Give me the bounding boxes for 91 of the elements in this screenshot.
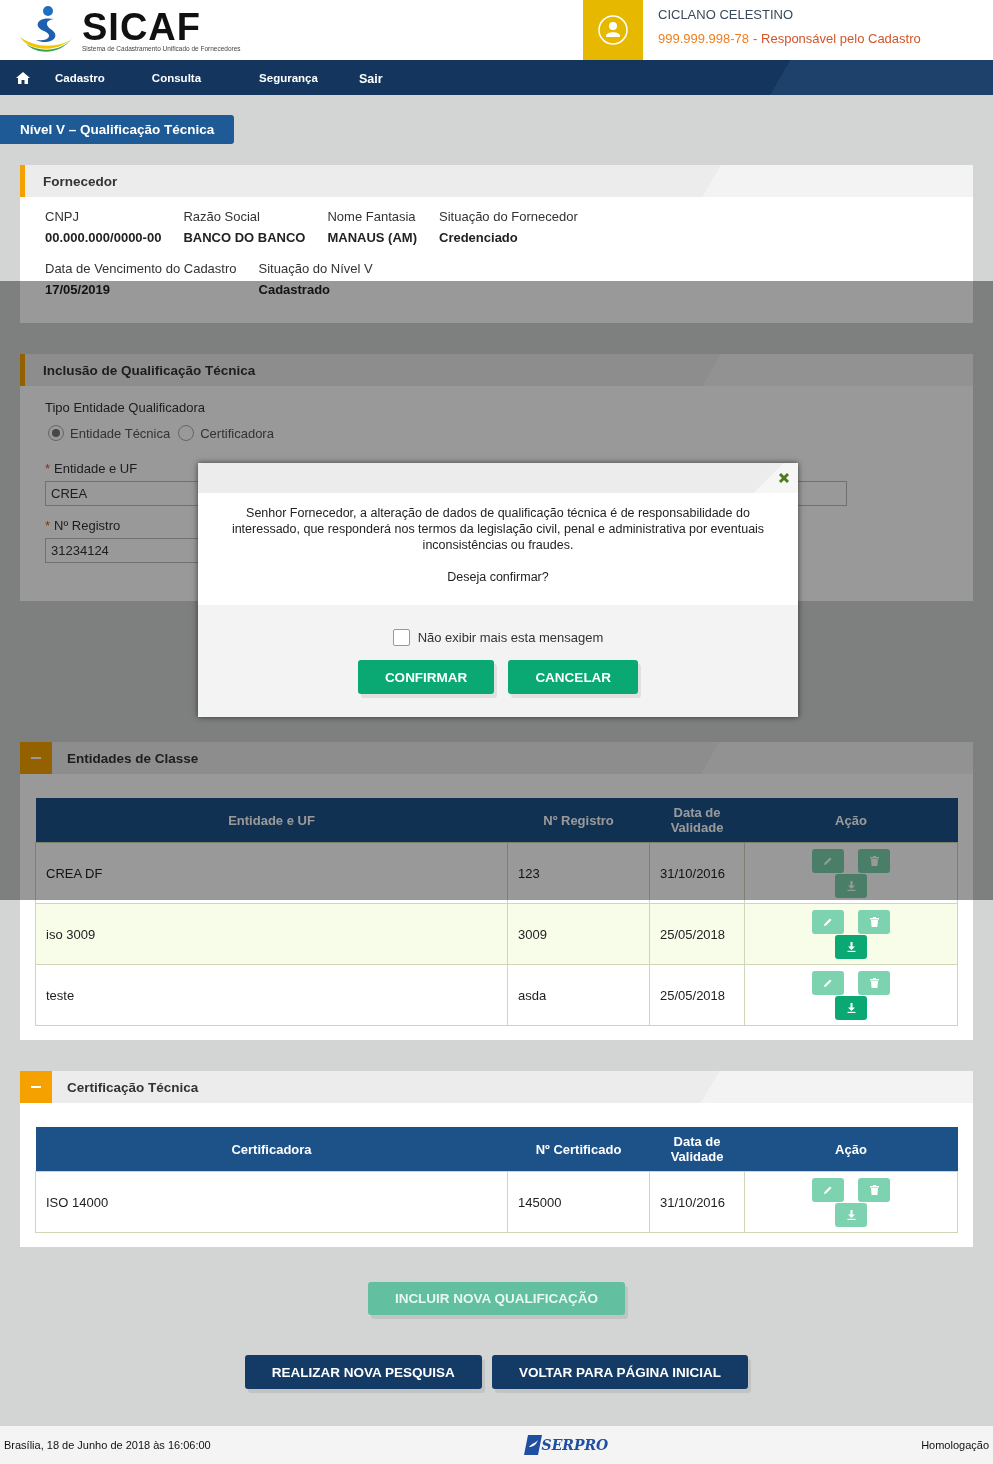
nav-item[interactable]: Segurança (259, 71, 318, 84)
field-value: MANAUS (AM) (327, 230, 417, 245)
edit-button[interactable] (812, 971, 844, 995)
footer-date: Brasília, 18 de Junho de 2018 às 16:06:00 (4, 1439, 211, 1451)
field-label: Tipo Entidade Qualificadora (45, 400, 206, 415)
logo-title: SICAF (82, 8, 201, 45)
nav-item[interactable]: Consulta (151, 71, 202, 84)
table-cell: 31/10/2016 (649, 842, 745, 904)
home-icon[interactable] (16, 71, 30, 84)
user-icon (597, 14, 629, 46)
edit-button[interactable] (812, 849, 844, 873)
column-header: Ação (744, 798, 958, 843)
checkbox[interactable] (392, 629, 410, 646)
radio-button[interactable] (178, 425, 195, 441)
pencil-icon (823, 856, 833, 866)
pencil-icon (823, 917, 833, 927)
field-label: Nº Registro (54, 518, 121, 533)
delete-button[interactable] (858, 849, 890, 873)
nav-item[interactable]: Cadastro (55, 71, 105, 84)
table-cell: 25/05/2018 (649, 903, 745, 965)
field-label: CNPJ (45, 209, 80, 224)
field-value: 17/05/2019 (45, 282, 112, 297)
field-label: Data de Vencimento do Cadastro (45, 261, 237, 276)
field-value: Cadastrado (258, 282, 332, 297)
download-icon (846, 1003, 856, 1013)
column-header: Nº Certificado (507, 1127, 650, 1172)
trash-icon (869, 1185, 879, 1195)
section-title: Entidades de Classe (67, 750, 199, 766)
user-role: - Responsável pelo Cadastro (753, 31, 921, 46)
column-header: Ação (744, 1127, 958, 1172)
section-header: Inclusão de Qualificação Técnica (20, 354, 973, 386)
trash-icon (869, 856, 879, 866)
environment-label: Homologação (921, 1439, 989, 1451)
dialog-question: Deseja confirmar? (446, 569, 550, 585)
field-label: Nome Fantasia (327, 209, 417, 224)
download-button[interactable] (835, 1203, 867, 1227)
field-value: 00.000.000/0000-00 (45, 230, 162, 245)
download-icon (846, 881, 856, 891)
table-cell: 123 (507, 842, 650, 904)
field-value: BANCO DO BANCO (183, 230, 306, 245)
column-header: Data de Validade (649, 798, 745, 843)
column-header: Certificadora (35, 1127, 508, 1172)
column-header: Nº Registro (507, 798, 650, 843)
download-icon (846, 1210, 856, 1220)
required-mark: * (45, 461, 51, 476)
trash-icon (869, 917, 879, 927)
table-cell: 31/10/2016 (649, 1171, 745, 1233)
table-cell: 25/05/2018 (649, 964, 745, 1026)
table-cell: 3009 (507, 903, 650, 965)
field-label: Situação do Fornecedor (439, 209, 578, 224)
action-button[interactable]: VOLTAR PARA PÁGINA INICIAL (491, 1355, 749, 1389)
field-label: Entidade e UF (54, 461, 138, 476)
table-cell: teste (35, 964, 508, 1026)
section-header: Fornecedor (20, 165, 973, 197)
pencil-icon (823, 1185, 833, 1195)
footer-logo: SERPRO (541, 1437, 609, 1453)
nav-item[interactable]: Sair (358, 72, 383, 86)
column-header: Entidade e UF (35, 798, 508, 843)
radio-label: Certificadora (200, 425, 274, 441)
user-cpf: 999.999.998-78 (658, 31, 750, 46)
required-mark: * (45, 518, 51, 533)
close-button[interactable] (778, 472, 790, 484)
download-icon (846, 942, 856, 952)
edit-button[interactable] (812, 1178, 844, 1202)
table-cell: iso 3009 (35, 903, 508, 965)
checkbox-label: Não exibir mais esta mensagem (417, 630, 604, 645)
pencil-icon (823, 978, 833, 988)
edit-button[interactable] (812, 910, 844, 934)
table-cell: asda (507, 964, 650, 1026)
download-button[interactable] (835, 874, 867, 898)
table-cell: 145000 (507, 1171, 650, 1233)
table-cell: CREA DF (35, 842, 508, 904)
delete-button[interactable] (858, 971, 890, 995)
radio-button[interactable] (48, 425, 64, 441)
delete-button[interactable] (858, 1178, 890, 1202)
section-title: Certificação Técnica (67, 1079, 199, 1095)
delete-button[interactable] (858, 910, 890, 934)
field-value: Credenciado (439, 230, 519, 245)
action-button[interactable]: REALIZAR NOVA PESQUISA (244, 1355, 482, 1389)
dialog-message: Senhor Fornecedor, a alteração de dados de qualificação técnica é de responsabilidade do interessado, que responderá nos termos da legislação civil, penal e administrativa por eventuais inconsistências ou fraudes. (230, 505, 766, 553)
logo-icon (523, 1435, 542, 1455)
table-cell: ISO 14000 (35, 1171, 508, 1233)
download-button[interactable] (835, 996, 867, 1020)
field-label: Razão Social (183, 209, 261, 224)
column-header: Data de Validade (649, 1127, 745, 1172)
radio-label: Entidade Técnica (70, 425, 171, 441)
user-name: CICLANO CELESTINO (658, 7, 795, 22)
field-label: Situação do Nível V (258, 261, 373, 276)
trash-icon (869, 978, 879, 988)
download-button[interactable] (835, 935, 867, 959)
close-icon (778, 472, 790, 484)
